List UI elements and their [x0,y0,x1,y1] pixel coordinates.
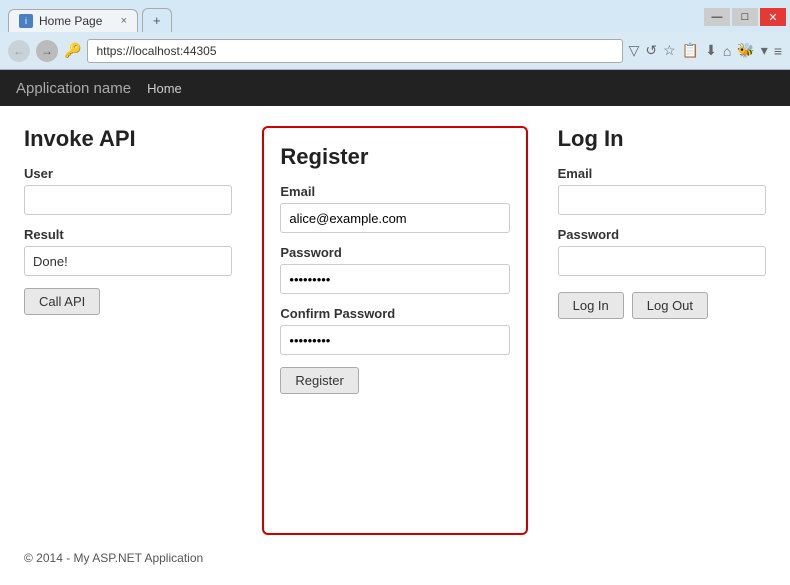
register-title: Register [280,144,509,170]
home-icon[interactable]: ⌂ [723,43,731,59]
login-buttons-group: Log In Log Out [558,292,766,319]
bookmark-icon[interactable]: 📋 [682,42,699,59]
window-controls: — □ ✕ [704,8,790,32]
dropdown-icon[interactable]: ▽ [629,42,640,59]
footer-text: © 2014 - My ASP.NET Application [24,551,203,565]
dropdown2-icon[interactable]: ▾ [761,42,768,59]
new-tab-button[interactable]: + [142,8,172,32]
user-input[interactable] [24,185,232,215]
browser-window: i Home Page × + — □ ✕ ← → 🔑 ▽ ↺ ☆ 📋 ⬇ ⌂ … [0,0,790,585]
nav-home-link[interactable]: Home [147,81,182,96]
invoke-api-title: Invoke API [24,126,232,152]
minimize-button[interactable]: — [704,8,730,26]
main-content: Invoke API User Result Done! Call API Re… [0,106,790,585]
login-email-label: Email [558,166,766,181]
login-title: Log In [558,126,766,152]
title-bar: i Home Page × + — □ ✕ [0,0,790,32]
user-label: User [24,166,232,181]
footer: © 2014 - My ASP.NET Application [24,551,766,565]
back-button[interactable]: ← [8,40,30,62]
sections-container: Invoke API User Result Done! Call API Re… [24,126,766,535]
app-navbar: Application name Home [0,70,790,106]
result-box: Done! [24,246,232,276]
tools-icon[interactable]: 🐝 [737,42,754,59]
login-email-input[interactable] [558,185,766,215]
register-section: Register Email Password Confirm Password… [262,126,527,535]
tab-close-button[interactable]: × [121,15,127,27]
login-password-input[interactable] [558,246,766,276]
register-confirm-input[interactable] [280,325,509,355]
register-password-input[interactable] [280,264,509,294]
address-bar: ← → 🔑 ▽ ↺ ☆ 📋 ⬇ ⌂ 🐝 ▾ ≡ [0,32,790,70]
tab-favicon: i [19,14,33,28]
refresh-icon[interactable]: ↺ [645,42,657,59]
login-section: Log In Email Password Log In Log Out [538,126,766,535]
tab-title: Home Page [39,14,102,28]
address-input[interactable] [87,39,622,63]
register-password-label: Password [280,245,509,260]
register-button[interactable]: Register [280,367,358,394]
forward-button[interactable]: → [36,40,58,62]
register-confirm-label: Confirm Password [280,306,509,321]
result-label: Result [24,227,232,242]
call-api-button[interactable]: Call API [24,288,100,315]
login-password-label: Password [558,227,766,242]
register-email-input[interactable] [280,203,509,233]
logout-button[interactable]: Log Out [632,292,708,319]
app-name: Application name [16,80,131,97]
menu-icon[interactable]: ≡ [774,43,782,59]
download-icon[interactable]: ⬇ [705,42,717,59]
toolbar-icons: ▽ ↺ ☆ 📋 ⬇ ⌂ 🐝 ▾ ≡ [629,42,782,59]
login-button[interactable]: Log In [558,292,624,319]
browser-tab[interactable]: i Home Page × [8,9,138,32]
maximize-button[interactable]: □ [732,8,758,26]
close-button[interactable]: ✕ [760,8,786,26]
star-icon[interactable]: ☆ [663,42,676,59]
register-email-label: Email [280,184,509,199]
invoke-api-section: Invoke API User Result Done! Call API [24,126,252,535]
security-icon: 🔑 [64,42,81,59]
